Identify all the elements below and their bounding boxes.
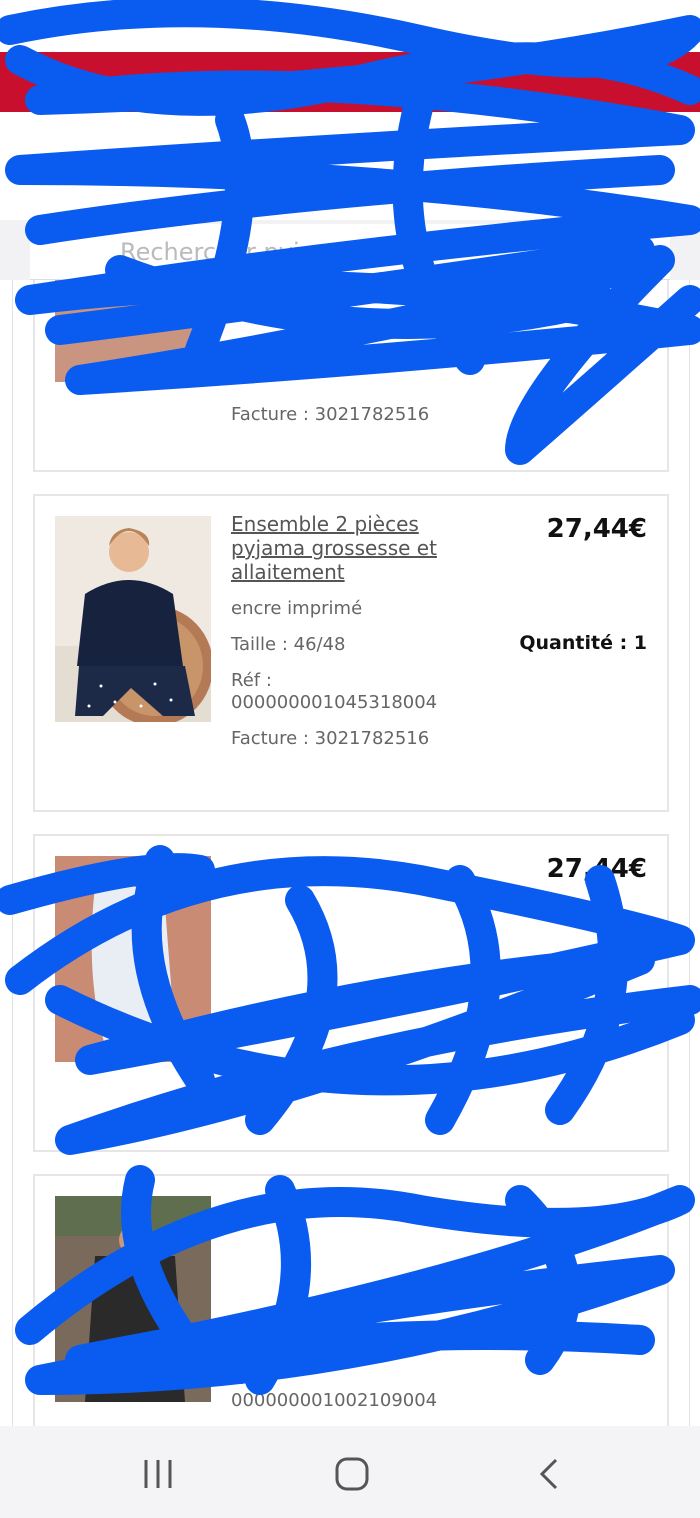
status-bar [0, 0, 700, 52]
product-color: encre imprimé [231, 598, 363, 619]
product-image[interactable] [55, 856, 211, 1062]
product-quantity: Quantité : 1 [519, 632, 647, 654]
reference-label: Réf : [231, 1368, 272, 1389]
reference-label: Réf : [231, 670, 272, 691]
promo-banner[interactable] [0, 52, 700, 112]
invoice-number: Facture : 3021782516 [231, 404, 430, 425]
product-image[interactable] [55, 516, 211, 722]
product-image[interactable] [55, 280, 211, 382]
reference-number: 000000001002109004 [231, 1390, 438, 1411]
search-input[interactable]: Rechercher pyjama [30, 224, 670, 280]
reference-number: 000000001045318004 [231, 692, 438, 713]
product-size: Taille : 46/48 [231, 634, 346, 655]
order-item-card: Facture : 3021782516 [33, 280, 669, 472]
order-item-card: Ensemble 2 pièces pyjama grossesse et al… [33, 494, 669, 812]
home-icon[interactable] [332, 1456, 372, 1492]
order-item-card: Réf : 000000001002109004 [33, 1174, 669, 1426]
site-header [0, 112, 700, 220]
back-icon[interactable] [530, 1456, 570, 1492]
order-items-list: Facture : 3021782516 Ensemble 2 pièces p… [0, 280, 700, 1426]
recent-apps-icon[interactable] [138, 1456, 178, 1492]
invoice-number: Facture : 3021782516 [231, 728, 430, 749]
product-price: 27,44€ [546, 854, 647, 884]
product-price: 27,44€ [546, 514, 647, 544]
system-nav-bar [0, 1426, 700, 1518]
product-image[interactable] [55, 1196, 211, 1402]
product-title-link[interactable]: Ensemble 2 pièces pyjama grossesse et al… [231, 512, 491, 584]
order-item-card: 27,44€ [33, 834, 669, 1152]
